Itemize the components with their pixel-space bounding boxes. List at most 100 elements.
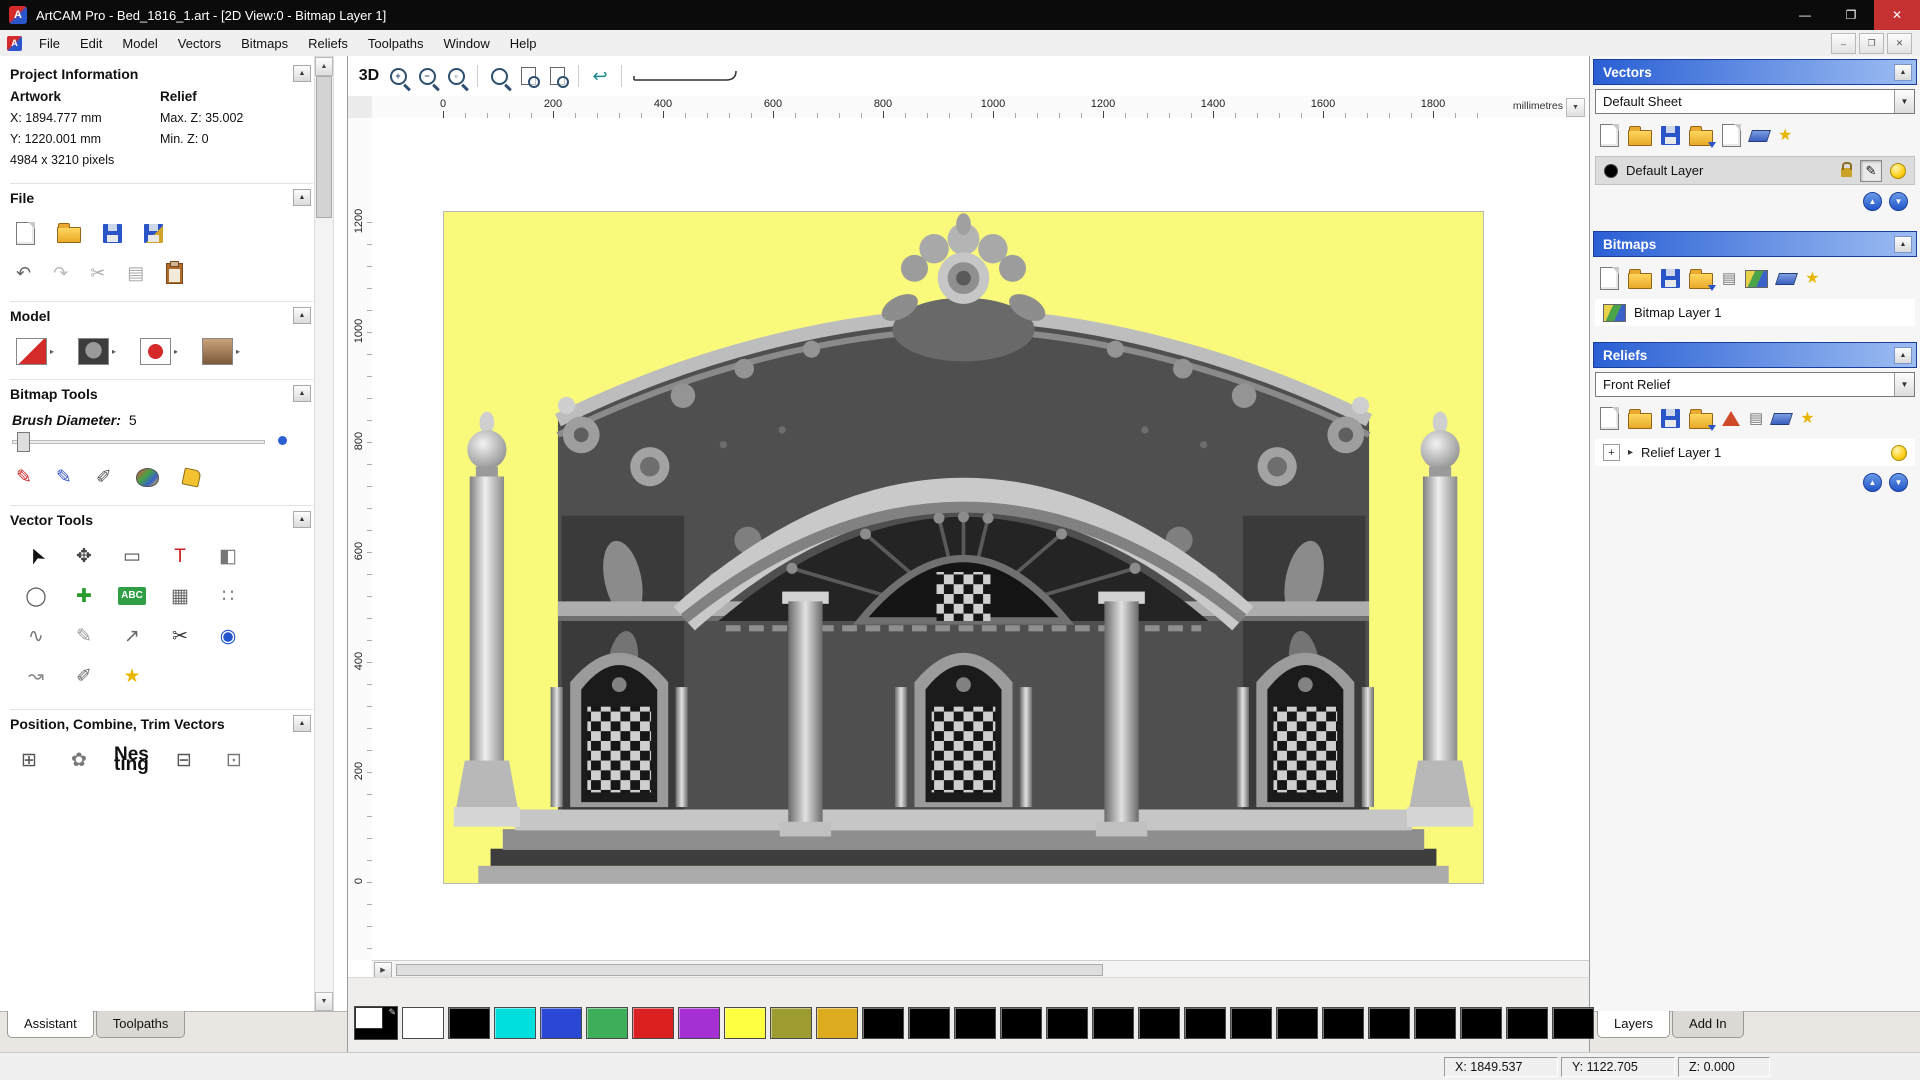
block-array-icon[interactable]: ⊟	[169, 746, 199, 774]
dropdown-arrow-icon[interactable]: ▼	[1894, 373, 1914, 396]
rollup-button[interactable]: ▲	[293, 65, 311, 82]
new-layer-star-icon[interactable]: ★	[1778, 127, 1792, 144]
delete-bitmap-layer-icon[interactable]	[1775, 272, 1799, 285]
left-panel-scrollbar[interactable]: ▲ ▼	[314, 56, 334, 1012]
import-bitmap-icon[interactable]	[1689, 268, 1716, 291]
save-model-icon[interactable]	[103, 223, 122, 243]
add-relief-icon[interactable]: +	[1603, 444, 1620, 461]
palette-swatch[interactable]	[1276, 1007, 1318, 1039]
tab-layers[interactable]: Layers	[1597, 1011, 1671, 1038]
load-image-icon[interactable]: ▸	[202, 337, 240, 365]
palette-swatch[interactable]	[1046, 1007, 1088, 1039]
weld-vectors-icon[interactable]: ⊡	[219, 746, 249, 774]
palette-swatch[interactable]	[586, 1007, 628, 1039]
menu-item[interactable]: Reliefs	[298, 32, 358, 55]
array-dots-icon[interactable]: ∷	[204, 576, 252, 616]
align-tool-icon[interactable]: ⊞	[14, 746, 44, 774]
paint-tool-icon[interactable]: ✎	[56, 468, 72, 487]
palette-swatch[interactable]	[1414, 1007, 1456, 1039]
relief-select[interactable]: Front Relief ▼	[1595, 372, 1915, 397]
profile-line-widget[interactable]	[630, 62, 750, 90]
import-relief-icon[interactable]	[1689, 408, 1716, 431]
canvas-2d-view[interactable]	[372, 118, 1589, 960]
tab-add-in[interactable]: Add In	[1672, 1011, 1744, 1038]
primary-secondary-colour-swatch[interactable]: ✎	[354, 1006, 398, 1040]
distort-tool-icon[interactable]: ▦	[156, 576, 204, 616]
scrollbar-thumb[interactable]	[316, 76, 332, 218]
palette-swatch[interactable]	[448, 1007, 490, 1039]
scroll-up-icon[interactable]: ▲	[315, 57, 333, 76]
move-layer-down-icon[interactable]: ▼	[1889, 473, 1908, 492]
palette-swatch[interactable]	[1092, 1007, 1134, 1039]
menu-item[interactable]: Help	[500, 32, 547, 55]
palette-icon[interactable]	[135, 467, 159, 487]
palette-swatch[interactable]	[494, 1007, 536, 1039]
transform-icon[interactable]: ✥	[60, 536, 108, 576]
close-button[interactable]: ✕	[1874, 0, 1920, 30]
zoom-fit-icon[interactable]	[486, 62, 512, 90]
cut-icon[interactable]: ✂	[90, 264, 105, 282]
menu-item[interactable]: Window	[434, 32, 500, 55]
menu-item[interactable]: Model	[112, 32, 167, 55]
open-relief-layer-icon[interactable]	[1628, 408, 1652, 429]
menu-item[interactable]: Bitmaps	[231, 32, 298, 55]
expand-arrow-icon[interactable]: ▸	[1628, 447, 1633, 458]
relief-stamp-icon[interactable]: ▸	[140, 337, 178, 365]
palette-swatch[interactable]	[816, 1007, 858, 1039]
mdi-restore-button[interactable]: ❐	[1859, 33, 1884, 54]
bitmap-layer-row[interactable]: Bitmap Layer 1	[1595, 299, 1915, 326]
new-relief-layer-icon[interactable]	[1600, 407, 1619, 430]
open-model-icon[interactable]	[57, 223, 81, 244]
lock-icon[interactable]	[1841, 162, 1852, 177]
palette-swatch[interactable]	[402, 1007, 444, 1039]
scroll-right-icon[interactable]: ▶	[374, 961, 392, 978]
new-sheet-icon[interactable]	[1722, 124, 1741, 147]
menu-item[interactable]: Vectors	[168, 32, 231, 55]
set-model-size-icon[interactable]: ▸	[16, 337, 54, 365]
circular-array-icon[interactable]: ✿	[64, 746, 94, 774]
previous-view-icon[interactable]: ↩	[587, 62, 613, 90]
mdi-minimize-button[interactable]: –	[1831, 33, 1856, 54]
palette-swatch[interactable]	[724, 1007, 766, 1039]
mdi-close-button[interactable]: ✕	[1887, 33, 1912, 54]
layer-colour-icon[interactable]	[1604, 163, 1618, 178]
scroll-down-icon[interactable]: ▼	[315, 992, 333, 1011]
palette-swatch[interactable]	[1322, 1007, 1364, 1039]
save-bitmap-layer-icon[interactable]	[1661, 269, 1680, 288]
delete-relief-layer-icon[interactable]	[1770, 412, 1794, 425]
menu-item[interactable]: Edit	[70, 32, 112, 55]
zoom-out-icon[interactable]: −	[414, 62, 440, 90]
move-layer-up-icon[interactable]: ▲	[1863, 473, 1882, 492]
open-bitmap-layer-icon[interactable]	[1628, 268, 1652, 289]
ruler-units-dropdown-icon[interactable]: ▼	[1566, 98, 1585, 117]
import-vector-icon[interactable]	[1689, 125, 1716, 148]
new-model-icon[interactable]	[16, 221, 35, 245]
move-layer-down-icon[interactable]: ▼	[1889, 192, 1908, 211]
dropdown-arrow-icon[interactable]: ▼	[1894, 90, 1914, 113]
arc-tool-icon[interactable]: ↗	[108, 616, 156, 656]
export-model-icon[interactable]	[144, 223, 163, 243]
new-bitmap-star-icon[interactable]: ★	[1805, 270, 1819, 287]
bitmap-artwork[interactable]	[443, 211, 1484, 884]
minimize-button[interactable]: —	[1782, 0, 1828, 30]
rollup-button[interactable]: ▲	[293, 511, 311, 529]
vector-sheet-select[interactable]: Default Sheet ▼	[1595, 89, 1915, 114]
new-vector-layer-icon[interactable]	[1600, 124, 1619, 147]
tab-assistant[interactable]: Assistant	[7, 1011, 94, 1038]
palette-swatch[interactable]	[1230, 1007, 1272, 1039]
palette-swatch[interactable]	[1000, 1007, 1042, 1039]
open-vector-layer-icon[interactable]	[1628, 125, 1652, 146]
save-relief-layer-icon[interactable]	[1661, 409, 1680, 428]
relief-layer-row[interactable]: + ▸ Relief Layer 1	[1595, 439, 1915, 466]
palette-swatch[interactable]	[908, 1007, 950, 1039]
visibility-bulb-icon[interactable]	[1890, 162, 1906, 179]
zoom-window-icon[interactable]: ▫	[443, 62, 469, 90]
extrude-tool-icon[interactable]: ◉	[204, 616, 252, 656]
draw-tool-icon[interactable]: ✎	[16, 468, 32, 487]
vector-layer-row[interactable]: Default Layer ✎	[1595, 156, 1915, 185]
paste-icon[interactable]	[166, 260, 184, 284]
nesting-icon[interactable]: Nes ting	[114, 745, 149, 774]
combine-relief-icon[interactable]: ▤	[1749, 411, 1763, 426]
new-bitmap-layer-icon[interactable]	[1600, 267, 1619, 290]
palette-swatch[interactable]	[678, 1007, 720, 1039]
